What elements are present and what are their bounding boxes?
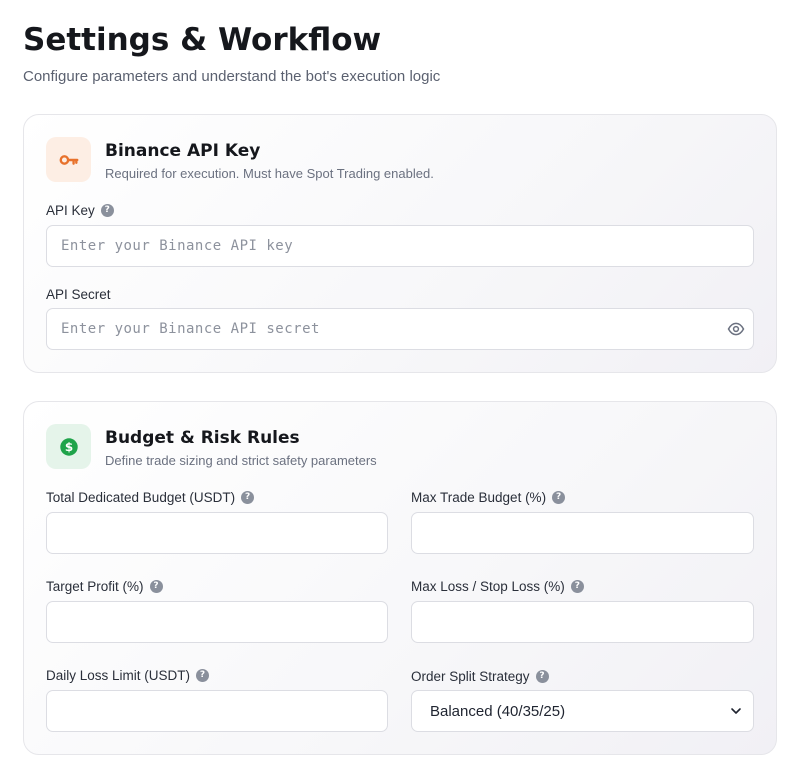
max-loss-label-text: Max Loss / Stop Loss (%) [411,579,565,594]
api-key-label-text: API Key [46,203,95,218]
help-icon[interactable]: ? [196,669,210,682]
daily-loss-limit-input[interactable] [46,690,388,732]
target-profit-label: Target Profit (%) ? [46,579,163,594]
help-icon[interactable]: ? [149,580,163,593]
help-icon[interactable]: ? [100,204,114,217]
api-key-input[interactable] [46,225,754,267]
binance-api-key-card: Binance API Key Required for execution. … [23,114,777,373]
api-key-label: API Key ? [46,203,114,218]
svg-text:$: $ [64,440,72,454]
total-budget-label-text: Total Dedicated Budget (USDT) [46,490,236,505]
daily-loss-limit-label: Daily Loss Limit (USDT) ? [46,668,210,683]
order-split-selected: Balanced (40/35/25) [430,702,566,720]
card-subtitle: Define trade sizing and strict safety pa… [105,453,377,468]
total-budget-label: Total Dedicated Budget (USDT) ? [46,490,255,505]
budget-risk-rules-card: $ Budget & Risk Rules Define trade sizin… [23,401,777,755]
chevron-down-icon [729,704,743,718]
help-icon[interactable]: ? [552,491,566,504]
order-split-label: Order Split Strategy ? [411,669,549,684]
help-icon[interactable]: ? [535,670,549,683]
settings-page: Settings & Workflow Configure parameters… [0,0,800,779]
max-trade-budget-label: Max Trade Budget (%) ? [411,490,566,505]
total-budget-input[interactable] [46,512,388,554]
help-icon[interactable]: ? [570,580,584,593]
api-secret-input[interactable] [46,308,754,350]
target-profit-input[interactable] [46,601,388,643]
max-loss-input[interactable] [411,601,754,643]
daily-loss-limit-label-text: Daily Loss Limit (USDT) [46,668,191,683]
dollar-icon: $ [46,424,91,469]
max-trade-budget-input[interactable] [411,512,754,554]
help-icon[interactable]: ? [241,491,255,504]
api-secret-label-text: API Secret [46,287,111,302]
eye-icon[interactable] [727,320,745,338]
max-trade-budget-label-text: Max Trade Budget (%) [411,490,547,505]
card-subtitle: Required for execution. Must have Spot T… [105,166,434,181]
page-title: Settings & Workflow [23,22,382,58]
key-icon [46,137,91,182]
card-title: Binance API Key [105,141,261,161]
card-title: Budget & Risk Rules [105,428,300,448]
api-secret-label: API Secret [46,287,111,302]
target-profit-label-text: Target Profit (%) [46,579,144,594]
order-split-select[interactable]: Balanced (40/35/25) [411,690,754,732]
page-subtitle: Configure parameters and understand the … [23,68,441,85]
max-loss-label: Max Loss / Stop Loss (%) ? [411,579,584,594]
order-split-label-text: Order Split Strategy [411,669,530,684]
